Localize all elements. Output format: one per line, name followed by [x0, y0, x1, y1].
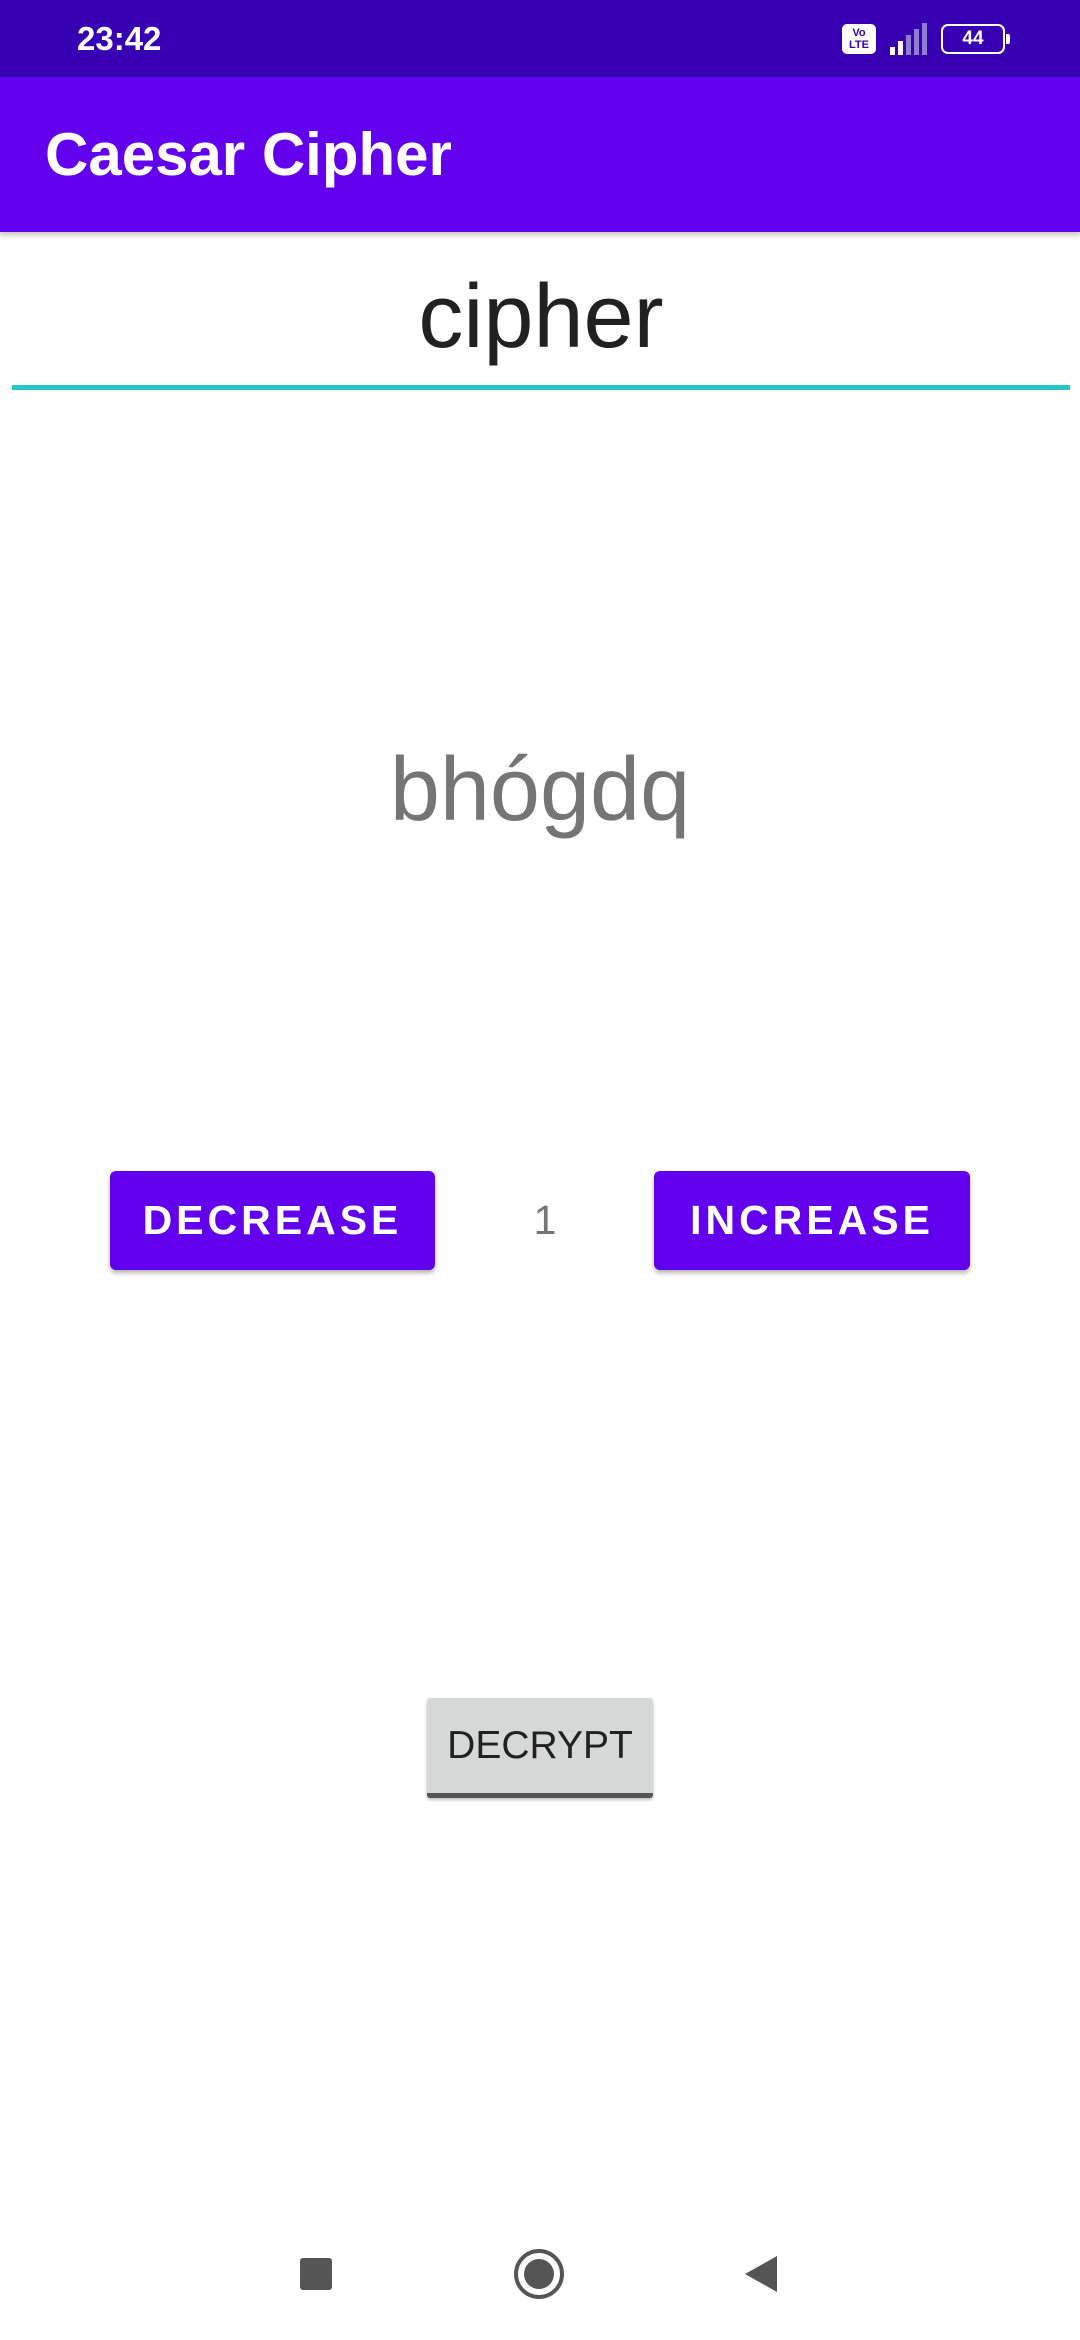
volte-icon: Vo LTE — [842, 23, 876, 54]
cipher-output-text: bhógdq — [389, 740, 691, 840]
increase-button[interactable]: INCREASE — [654, 1171, 970, 1270]
back-triangle-icon[interactable] — [745, 2256, 777, 2292]
app-bar: Caesar Cipher — [0, 77, 1080, 232]
recents-square-icon[interactable] — [300, 2258, 332, 2290]
decrypt-button[interactable]: DECRYPT — [427, 1698, 653, 1798]
battery-icon: 44 — [941, 23, 1010, 54]
signal-icon — [890, 22, 927, 55]
status-bar: 23:42 Vo LTE 44 — [0, 0, 1080, 77]
app-title: Caesar Cipher — [45, 121, 452, 188]
shift-value: 1 — [533, 1197, 557, 1243]
status-time: 23:42 — [77, 20, 162, 57]
status-icons: Vo LTE 44 — [842, 0, 1010, 77]
home-circle-icon[interactable] — [514, 2249, 564, 2299]
decrease-button[interactable]: DECREASE — [110, 1171, 435, 1270]
plaintext-input[interactable] — [12, 250, 1070, 390]
navigation-bar — [0, 2200, 1080, 2340]
